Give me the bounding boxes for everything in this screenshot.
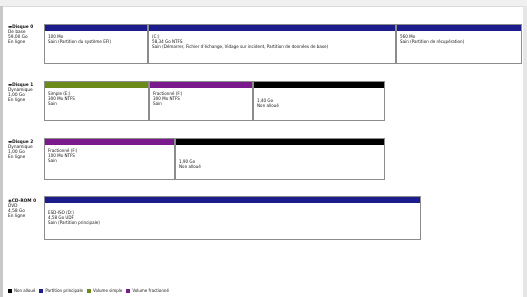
disk2-spanned-volume[interactable]: Fractionné (F:) 100 Mo NTFS Sain — [44, 138, 175, 180]
spanned-swatch — [126, 288, 131, 293]
legend-primary: Partition principale — [45, 288, 84, 293]
disk1-spanned-volume[interactable]: Fractionné (F:) 300 Mo NTFS Sain — [149, 81, 253, 121]
vertical-scrollbar[interactable] — [523, 6, 527, 297]
legend-unallocated: Non alloué — [14, 288, 36, 293]
partition-status: Sain (Partition du système EFI) — [48, 39, 111, 45]
unallocated-bar — [176, 139, 384, 145]
spanned-bar — [150, 82, 252, 88]
primary-bar — [45, 197, 420, 203]
disk2-info[interactable]: ▬Disque 2 Dynamique 1,00 Go En ligne — [8, 140, 33, 160]
unallocated-swatch — [8, 288, 12, 293]
legend-spanned: Volume fractionné — [132, 288, 169, 293]
partition-status: Sain (Démarrer, Fichier d’échange, Vidag… — [152, 44, 329, 50]
simple-swatch — [87, 288, 92, 293]
disk0-status: En ligne — [8, 40, 26, 46]
disk2-unallocated[interactable]: 1,90 Go Non alloué — [175, 138, 385, 180]
cdrom-status: En ligne — [8, 214, 26, 220]
disk0-c-partition[interactable]: (C:) 58,34 Go NTFS Sain (Démarrer, Fichier… — [148, 24, 396, 64]
primary-bar — [45, 25, 147, 31]
primary-swatch — [39, 288, 44, 293]
disk1-simple-volume[interactable]: Simple (E:) 300 Mo NTFS Sain — [44, 81, 149, 121]
legend-simple: Volume simple — [93, 288, 123, 293]
spanned-bar — [45, 139, 174, 145]
cdrom-info[interactable]: ◉CD-ROM 0 DVD 4,58 Go En ligne — [8, 199, 36, 219]
partition-status: Sain — [48, 101, 57, 107]
left-edge — [0, 6, 3, 297]
disk1-info[interactable]: ▬Disque 1 Dynamique 1,00 Go En ligne — [8, 83, 33, 103]
partition-status: Sain — [153, 101, 162, 107]
unallocated-bar — [254, 82, 384, 88]
disk2-status: En ligne — [8, 155, 26, 161]
cdrom-partition[interactable]: ESD-ISO (D:) 4,58 Go UDF Sain (Partition p… — [44, 196, 421, 240]
disk0-info[interactable]: ▬Disque 0 De base 59,00 Go En ligne — [8, 25, 33, 45]
disk0-efi-partition[interactable]: 100 Mo Sain (Partition du système EFI) — [44, 24, 148, 64]
disk1-status: En ligne — [8, 98, 26, 104]
simple-bar — [45, 82, 148, 88]
partition-status: Sain (Partition de récupération) — [400, 39, 465, 45]
partition-status: Sain (Partition principale) — [48, 220, 100, 226]
primary-bar — [397, 25, 521, 31]
window-top-edge — [0, 0, 527, 7]
primary-bar — [149, 25, 395, 31]
legend: Non alloué Partition principale Volume s… — [8, 288, 173, 293]
disk0-recovery-partition[interactable]: 560 Mo Sain (Partition de récupération) — [396, 24, 522, 64]
partition-status: Sain — [48, 158, 57, 164]
partition-status: Non alloué — [179, 164, 201, 170]
partition-status: Non alloué — [257, 103, 279, 109]
disk1-unallocated[interactable]: 1,40 Go Non alloué — [253, 81, 385, 121]
